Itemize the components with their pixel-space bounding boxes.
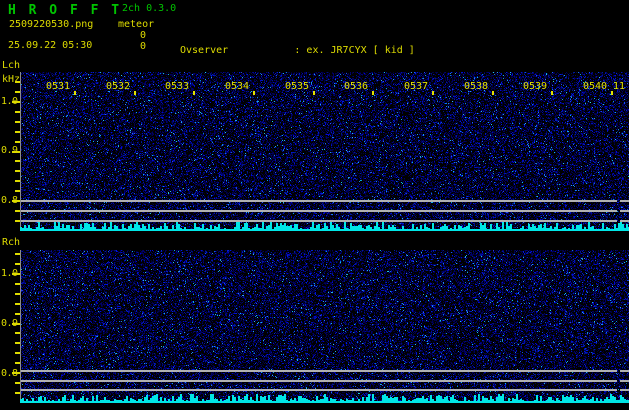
freq-minor-tick — [15, 91, 20, 93]
freq-major-tick — [12, 151, 20, 153]
lch-axis-label: Lch — [2, 60, 21, 71]
meteor-label: meteor — [118, 19, 155, 30]
time-label-0533: 0533 — [165, 81, 190, 92]
khz-unit-label: kHz — [2, 74, 21, 85]
time-tick — [432, 91, 434, 95]
time-tick — [611, 91, 613, 95]
freq-minor-tick — [15, 190, 20, 192]
meteor-count-rch: 0 — [139, 41, 146, 52]
time-tick — [551, 91, 553, 95]
freq-minor-tick — [15, 283, 20, 285]
freq-minor-tick — [15, 352, 20, 354]
freq-minor-tick — [15, 392, 20, 394]
freq-major-tick — [12, 372, 20, 374]
freq-minor-tick — [15, 81, 20, 83]
app-title: H R O F F T — [8, 3, 122, 18]
freq-major-tick — [12, 200, 20, 202]
freq-minor-tick — [15, 210, 20, 212]
freq-minor-tick — [15, 382, 20, 384]
freq-minor-tick — [15, 141, 20, 143]
time-label-0538: 0538 — [464, 81, 489, 92]
time-label-partial: 11 — [613, 81, 626, 92]
meteor-count-lch: 0 — [139, 30, 146, 41]
time-tick — [492, 91, 494, 95]
time-tick — [372, 91, 374, 95]
freq-major-tick — [12, 101, 20, 103]
time-tick — [134, 91, 136, 95]
time-tick — [193, 91, 195, 95]
time-tick — [74, 91, 76, 95]
time-label-0537: 0537 — [404, 81, 429, 92]
freq-minor-tick — [15, 180, 20, 182]
time-label-0536: 0536 — [344, 81, 369, 92]
observer-line: Ovserver : ex. JR7CYX [ kid ] — [180, 45, 415, 56]
rch-spectrogram — [20, 250, 629, 403]
version-label: 2ch 0.3.0 — [122, 3, 177, 14]
time-label-0531: 0531 — [46, 81, 71, 92]
hrofft-window: H R O F F T 2ch 0.3.0 2509220530.png met… — [0, 0, 629, 410]
output-filename: 2509220530.png — [9, 19, 94, 30]
freq-major-tick — [12, 323, 20, 325]
freq-major-tick — [12, 273, 20, 275]
freq-minor-tick — [15, 303, 20, 305]
freq-minor-tick — [15, 131, 20, 133]
time-label-0532: 0532 — [106, 81, 131, 92]
freq-minor-tick — [15, 111, 20, 113]
time-tick — [253, 91, 255, 95]
freq-minor-tick — [15, 253, 20, 255]
freq-minor-tick — [15, 313, 20, 315]
timestamp: 25.09.22 05:30 — [8, 40, 93, 51]
lch-spectrogram — [20, 72, 629, 231]
freq-minor-tick — [15, 220, 20, 222]
freq-minor-tick — [15, 293, 20, 295]
freq-minor-tick — [15, 160, 20, 162]
freq-minor-tick — [15, 332, 20, 334]
time-label-0540: 0540 — [583, 81, 608, 92]
freq-minor-tick — [15, 362, 20, 364]
time-label-0534: 0534 — [225, 81, 250, 92]
freq-minor-tick — [15, 342, 20, 344]
rch-axis-label: Rch — [2, 237, 21, 248]
freq-minor-tick — [15, 121, 20, 123]
time-label-0539: 0539 — [523, 81, 548, 92]
freq-minor-tick — [15, 170, 20, 172]
freq-minor-tick — [15, 263, 20, 265]
time-tick — [313, 91, 315, 95]
time-label-0535: 0535 — [285, 81, 310, 92]
